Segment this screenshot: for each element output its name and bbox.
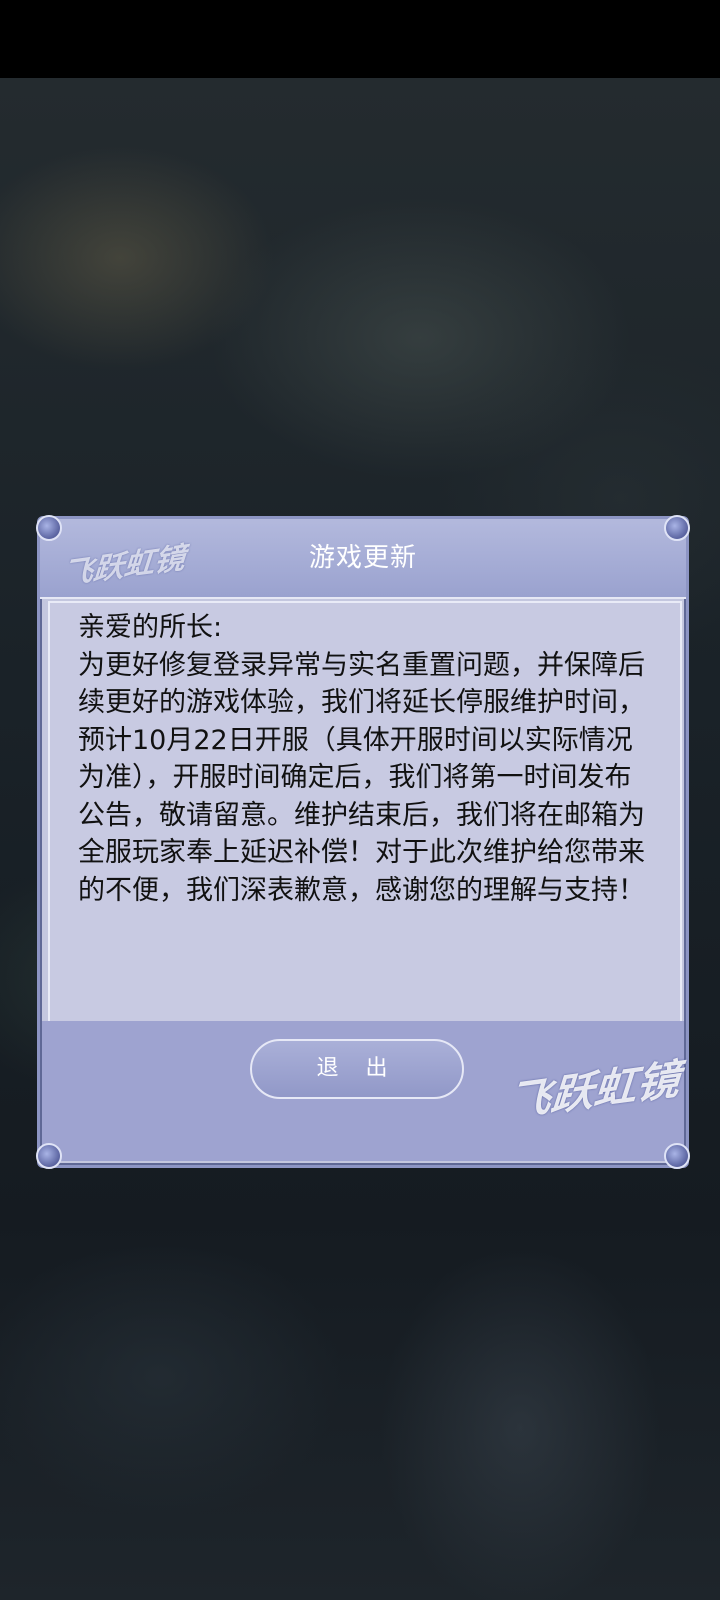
greeting-text: 亲爱的所长: xyxy=(78,612,223,643)
exit-button[interactable]: 退 出 xyxy=(250,1039,464,1099)
message-text: 为更好修复登录异常与实名重置问题，并保障后续更好的游戏体验，我们将延长停服维护时… xyxy=(78,649,645,906)
screen: 飞跃虹镜 游戏更新 亲爱的所长: 为更好修复登录异常与实名重置问题，并保障后续更… xyxy=(0,0,720,1600)
status-bar xyxy=(0,0,720,78)
corner-gem-icon xyxy=(36,515,62,541)
dialog-title: 游戏更新 xyxy=(308,543,417,573)
update-dialog: 飞跃虹镜 游戏更新 亲爱的所长: 为更好修复登录异常与实名重置问题，并保障后续更… xyxy=(36,515,690,1169)
announcement-text: 亲爱的所长: 为更好修复登录异常与实名重置问题，并保障后续更好的游戏体验，我们将… xyxy=(78,609,656,909)
corner-gem-icon xyxy=(664,515,690,541)
corner-gem-icon xyxy=(36,1143,62,1169)
dialog-body: 亲爱的所长: 为更好修复登录异常与实名重置问题，并保障后续更好的游戏体验，我们将… xyxy=(48,601,682,1023)
corner-gem-icon xyxy=(664,1143,690,1169)
